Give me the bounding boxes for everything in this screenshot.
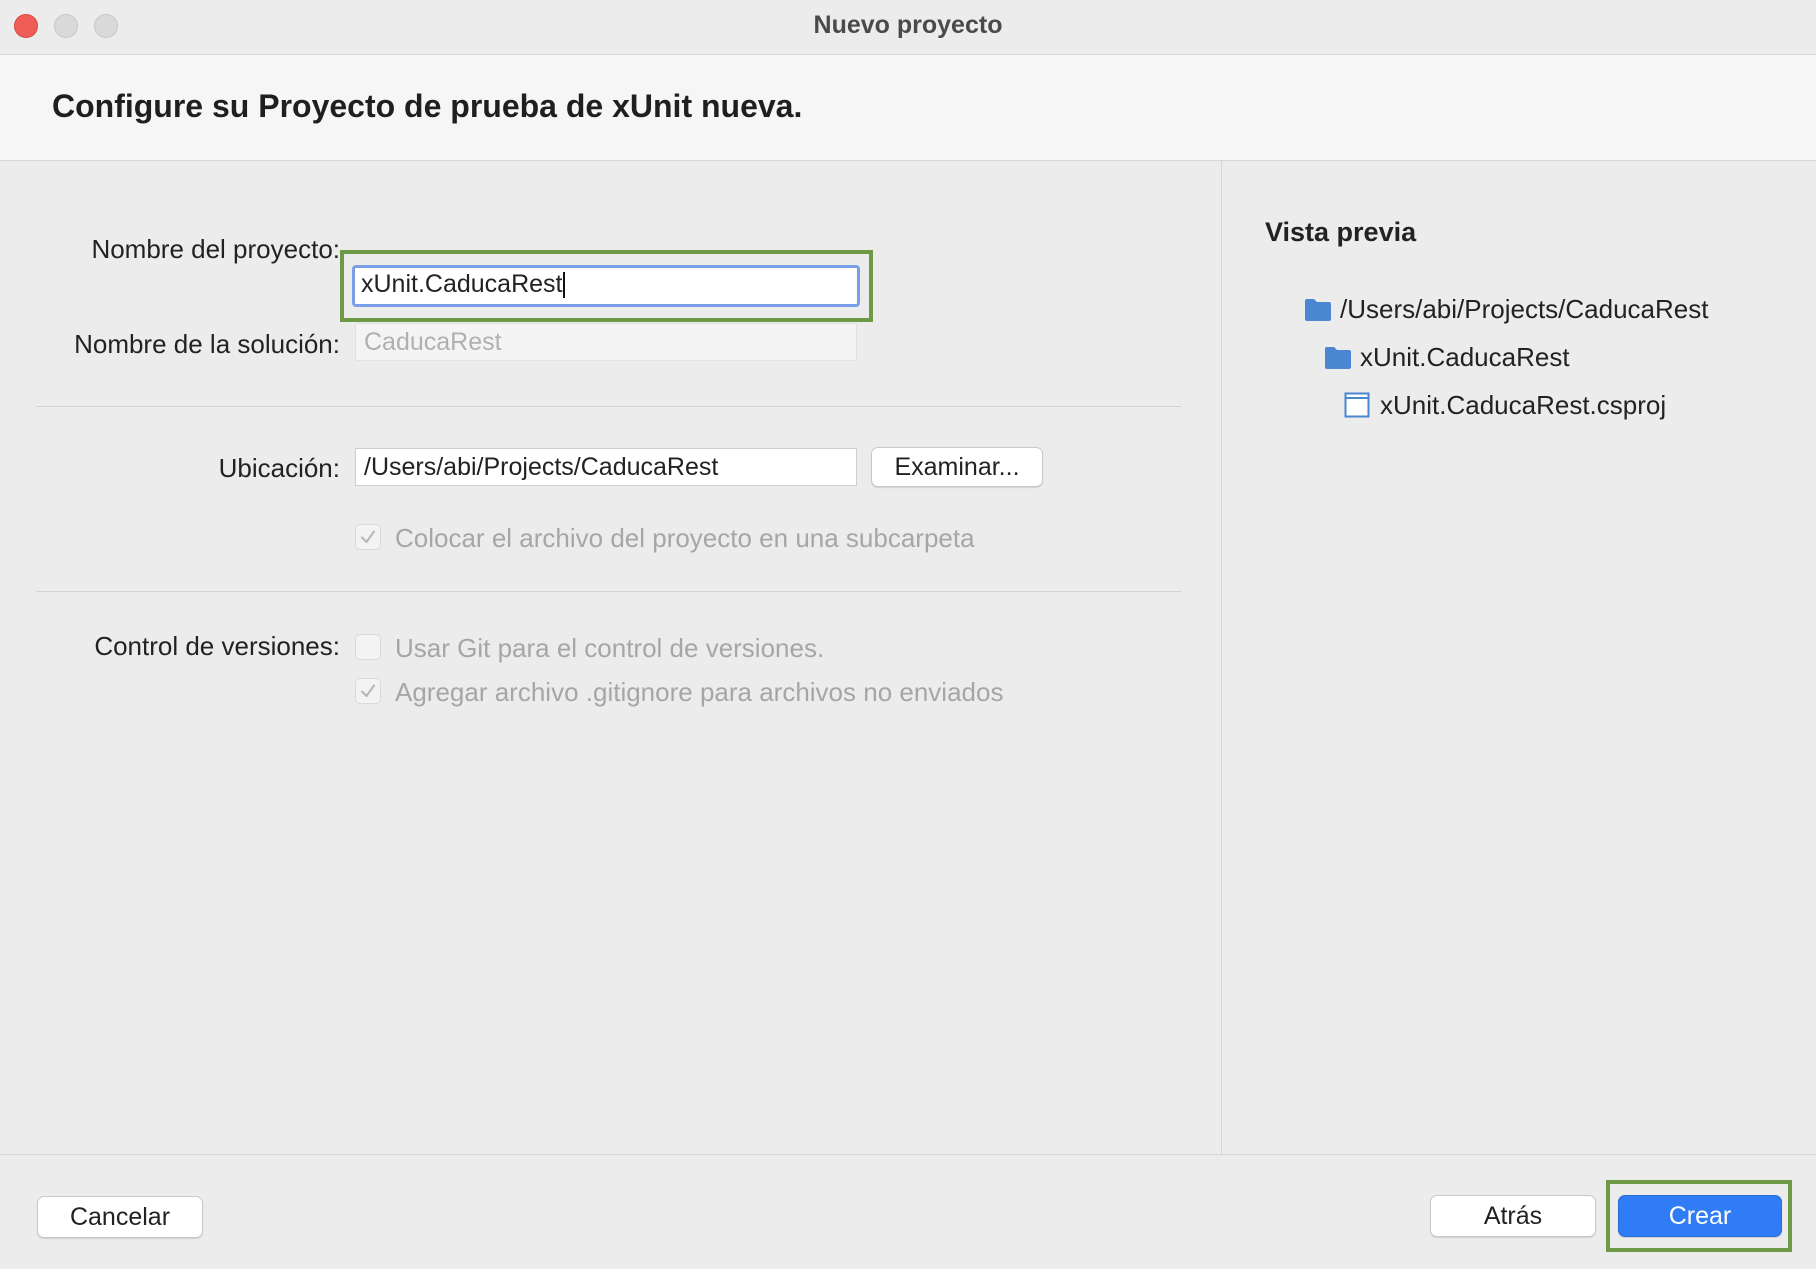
preview-title: Vista previa: [1265, 217, 1417, 247]
folder-icon: [1325, 347, 1351, 369]
divider: [36, 406, 1181, 407]
create-button[interactable]: Crear: [1618, 1195, 1782, 1237]
file-icon: [1344, 392, 1370, 418]
preview-panel: Vista previa /Users/abi/Projects/CaducaR…: [1221, 161, 1816, 1154]
preview-project-file: xUnit.CaducaRest.csproj: [1380, 390, 1667, 420]
gitignore-checkbox-label: Agregar archivo .gitignore para archivos…: [395, 677, 1004, 707]
solution-name-value: CaducaRest: [364, 328, 502, 356]
page-title: Configure su Proyecto de prueba de xUnit…: [52, 88, 803, 124]
folder-icon: [1305, 299, 1331, 321]
project-name-label: Nombre del proyecto:: [91, 234, 340, 264]
gitignore-checkbox[interactable]: [355, 678, 381, 704]
window-title: Nuevo proyecto: [813, 11, 1003, 39]
solution-name-label: Nombre de la solución:: [74, 329, 340, 359]
solution-name-input[interactable]: CaducaRest: [355, 323, 857, 361]
dialog-footer: Cancelar Atrás Crear: [0, 1154, 1816, 1269]
location-label: Ubicación:: [218, 453, 340, 483]
preview-project-folder: xUnit.CaducaRest: [1360, 342, 1570, 372]
subfolder-checkbox[interactable]: [355, 524, 381, 550]
back-button[interactable]: Atrás: [1430, 1195, 1596, 1237]
divider: [36, 591, 1181, 592]
preview-root-folder: /Users/abi/Projects/CaducaRest: [1340, 294, 1709, 324]
version-control-label: Control de versiones:: [94, 631, 340, 661]
new-project-window: Nuevo proyecto Configure su Proyecto de …: [0, 0, 1816, 1269]
checkmark-icon: [360, 684, 376, 698]
git-checkbox-label: Usar Git para el control de versiones.: [395, 633, 825, 663]
dialog-header: Configure su Proyecto de prueba de xUnit…: [0, 55, 1816, 161]
cancel-button[interactable]: Cancelar: [37, 1196, 203, 1238]
location-value: /Users/abi/Projects/CaducaRest: [364, 453, 719, 481]
browse-button[interactable]: Examinar...: [871, 447, 1043, 487]
checkmark-icon: [360, 530, 376, 544]
subfolder-checkbox-label: Colocar el archivo del proyecto en una s…: [395, 523, 975, 553]
git-checkbox[interactable]: [355, 634, 381, 660]
project-name-input[interactable]: xUnit.CaducaRest: [352, 265, 860, 307]
title-bar: Nuevo proyecto: [0, 0, 1816, 55]
project-name-value: xUnit.CaducaRest: [361, 270, 563, 298]
location-input[interactable]: /Users/abi/Projects/CaducaRest: [355, 448, 857, 486]
text-caret: [563, 272, 566, 299]
configuration-form: Nombre del proyecto: xUnit.CaducaRest No…: [0, 161, 1221, 1154]
